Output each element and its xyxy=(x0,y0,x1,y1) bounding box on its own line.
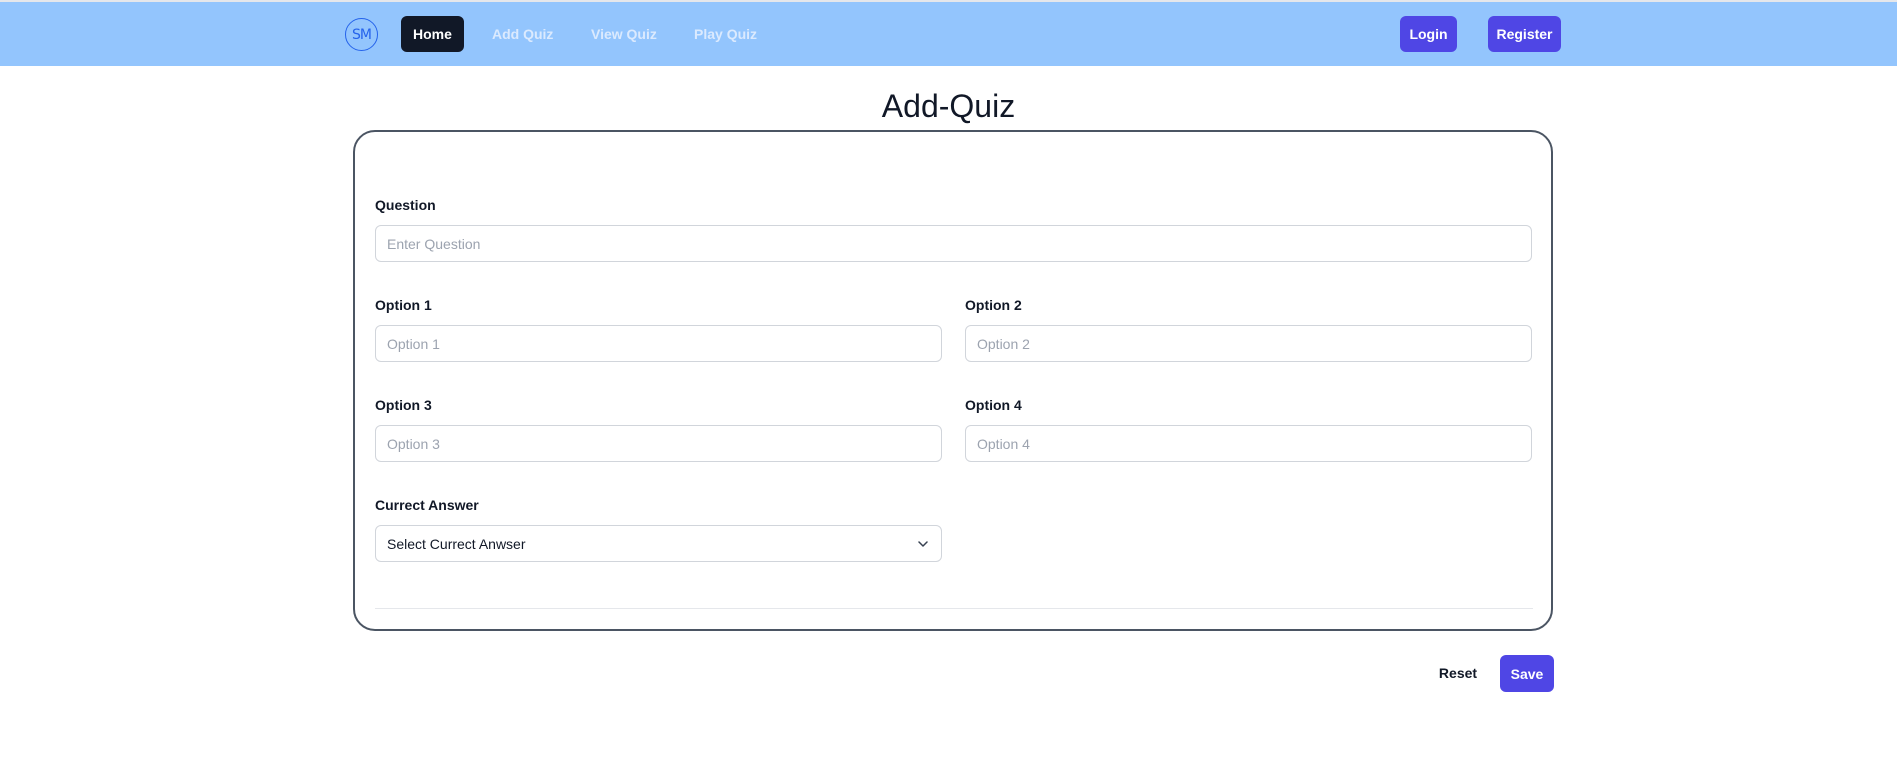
nav-view-quiz[interactable]: View Quiz xyxy=(579,16,669,52)
question-input[interactable] xyxy=(375,225,1532,262)
answer-select-value: Select Currect Anwser xyxy=(387,535,526,552)
chevron-down-icon xyxy=(916,537,930,551)
option3-label: Option 3 xyxy=(375,397,432,413)
form-divider xyxy=(375,608,1533,609)
reset-button[interactable]: Reset xyxy=(1430,655,1486,691)
option2-input[interactable] xyxy=(965,325,1532,362)
option3-input[interactable] xyxy=(375,425,942,462)
answer-label: Currect Answer xyxy=(375,497,479,513)
page-title: Add-Quiz xyxy=(881,88,1016,124)
nav-play-quiz[interactable]: Play Quiz xyxy=(682,16,769,52)
option4-label: Option 4 xyxy=(965,397,1022,413)
nav-home[interactable]: Home xyxy=(401,16,464,52)
quiz-form-card: Question Option 1 Option 2 Option 3 Opti… xyxy=(353,130,1553,631)
option2-label: Option 2 xyxy=(965,297,1022,313)
logo-icon[interactable]: SM xyxy=(345,18,378,51)
answer-select[interactable]: Select Currect Anwser xyxy=(375,525,942,562)
option4-input[interactable] xyxy=(965,425,1532,462)
login-button[interactable]: Login xyxy=(1400,16,1457,52)
option1-input[interactable] xyxy=(375,325,942,362)
navbar: SM Home Add Quiz View Quiz Play Quiz Log… xyxy=(0,2,1897,66)
nav-add-quiz[interactable]: Add Quiz xyxy=(480,16,565,52)
register-button[interactable]: Register xyxy=(1488,16,1561,52)
save-button[interactable]: Save xyxy=(1500,655,1554,692)
option1-label: Option 1 xyxy=(375,297,432,313)
question-label: Question xyxy=(375,197,436,213)
